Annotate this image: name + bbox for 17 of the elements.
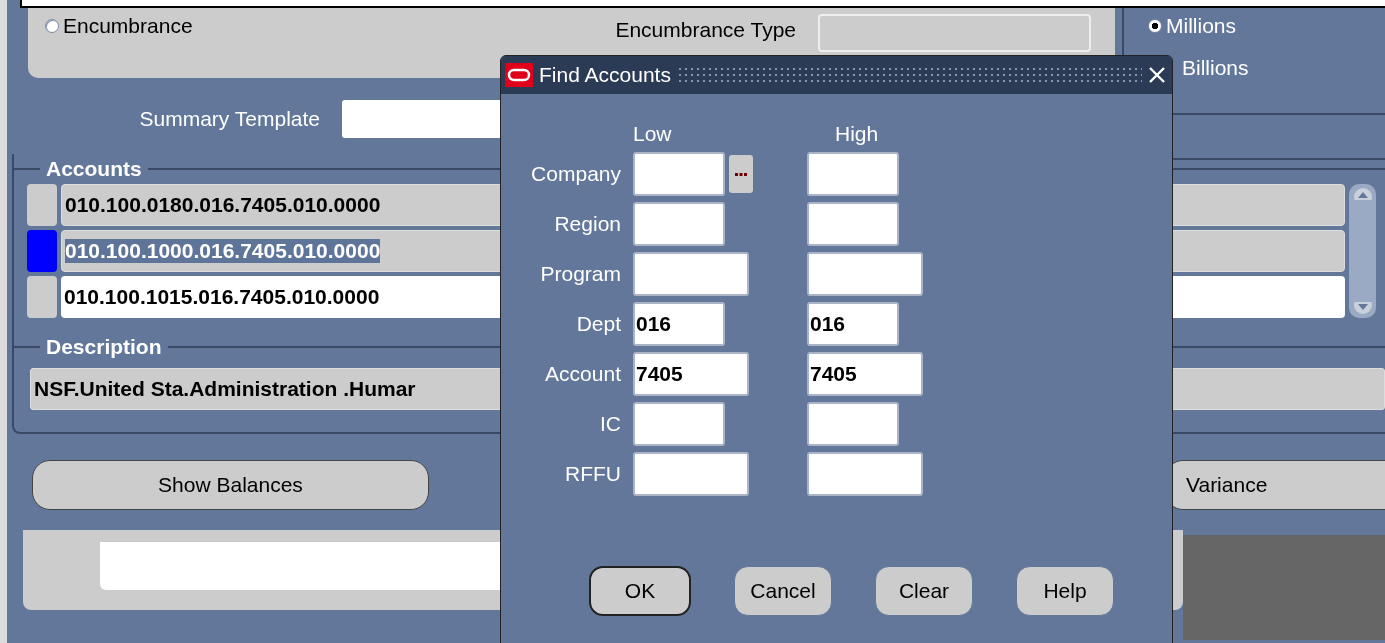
radio-label: Billions — [1182, 56, 1249, 79]
section-title: Accounts — [45, 157, 143, 181]
column-header: High — [835, 122, 879, 146]
column-header: Low — [633, 122, 672, 146]
field-label: RFFU — [564, 462, 621, 486]
field-label: Summary Template — [138, 107, 320, 131]
radio-label: Encumbrance — [63, 14, 193, 38]
field-label: Dept — [575, 312, 621, 336]
field-label: Account — [544, 362, 621, 386]
field-label: IC — [599, 412, 621, 436]
field-label: Region — [553, 212, 621, 236]
field-label: Encumbrance Type — [615, 18, 796, 42]
field-label: Company — [530, 162, 621, 186]
section-title: Description — [45, 335, 163, 359]
field-label: Program — [539, 262, 621, 286]
dialog-title: Find Accounts — [539, 63, 671, 87]
radio-label: Millions — [1166, 14, 1236, 38]
